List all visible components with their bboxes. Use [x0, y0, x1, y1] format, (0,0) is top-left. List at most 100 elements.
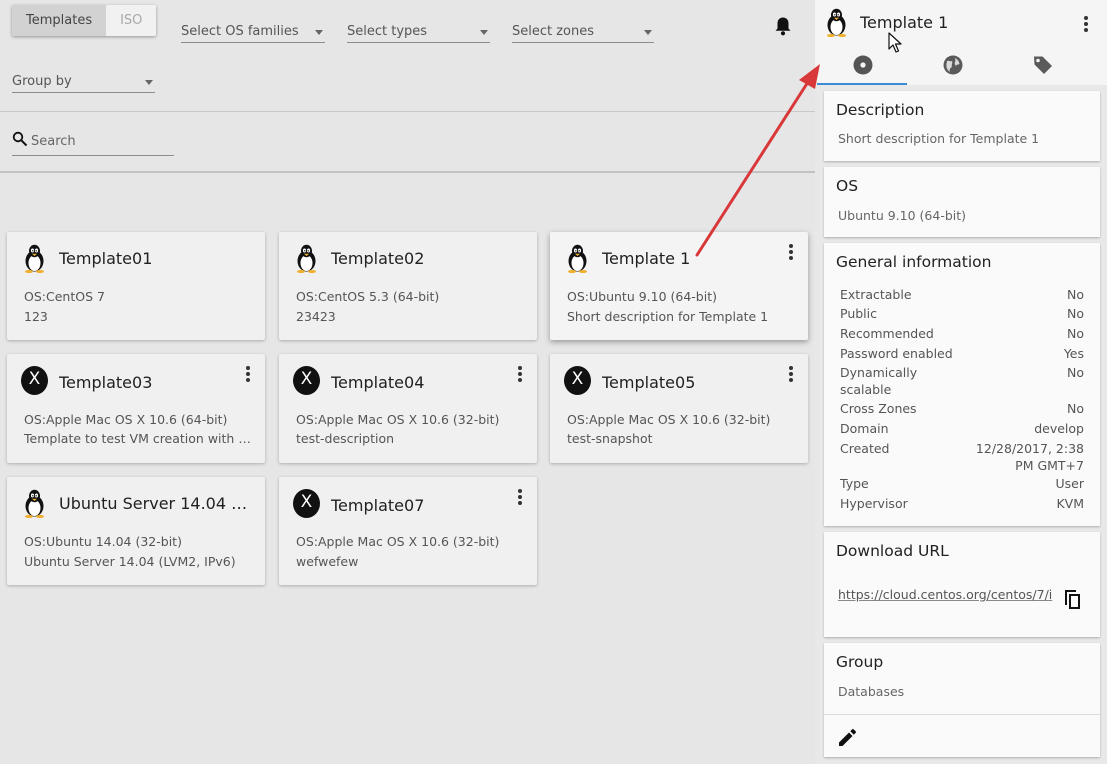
sidebar-title: Template 1: [860, 13, 949, 32]
search-input[interactable]: [31, 134, 171, 149]
info-value: KVM: [1056, 496, 1084, 511]
card-os: OS:CentOS 7: [24, 289, 105, 304]
template-details-sidebar: Template 1 Description Short description…: [815, 0, 1107, 764]
card-description: Ubuntu Server 14.04 (LVM2, IPv6): [24, 554, 236, 569]
general-information-panel: General information Extractable No Publi…: [824, 243, 1100, 526]
info-key: Hypervisor: [840, 496, 908, 511]
tab-network[interactable]: [907, 50, 997, 85]
info-key: Dynamically scalable: [840, 365, 918, 397]
main-content: Templates ISO Select OS families Select …: [0, 0, 815, 764]
types-select-label: Select types: [347, 24, 428, 39]
os-title: OS: [836, 177, 859, 195]
info-key: Cross Zones: [840, 401, 917, 416]
download-url-panel: Download URL https://cloud.centos.org/ce…: [824, 532, 1100, 637]
template-card[interactable]: Template02 OS:CentOS 5.3 (64-bit) 23423: [279, 232, 537, 340]
os-text: Ubuntu 9.10 (64-bit): [838, 208, 967, 223]
linux-penguin-icon: [564, 244, 591, 273]
mac-os-x-icon: X: [293, 366, 320, 395]
template-card[interactable]: Template01 OS:CentOS 7 123: [7, 232, 265, 340]
linux-penguin-icon: [293, 244, 320, 273]
mac-os-x-icon: X: [564, 366, 591, 395]
download-url-link[interactable]: https://cloud.centos.org/centos/7/i: [838, 587, 1058, 602]
download-url-title: Download URL: [836, 542, 949, 560]
group-text: Databases: [838, 684, 905, 699]
info-key: Public: [840, 306, 877, 321]
card-os: OS:Ubuntu 14.04 (32-bit): [24, 534, 182, 549]
template-card[interactable]: X Template04 OS:Apple Mac OS X 10.6 (32-…: [279, 354, 537, 463]
tab-tags[interactable]: [997, 50, 1087, 85]
linux-penguin-icon: [21, 244, 48, 273]
card-title: Template07: [331, 496, 425, 515]
mac-os-x-icon: X: [293, 489, 320, 518]
group-title: Group: [836, 653, 884, 671]
tab-details[interactable]: [817, 50, 907, 85]
card-os: OS:CentOS 5.3 (64-bit): [296, 289, 440, 304]
zones-select[interactable]: Select zones: [512, 21, 654, 43]
more-vert-icon[interactable]: [784, 365, 798, 383]
info-value: No: [1067, 365, 1084, 380]
edit-pencil-icon[interactable]: [838, 729, 856, 747]
card-title: Template05: [602, 373, 696, 392]
tag-icon: [1034, 56, 1052, 74]
group-edit-row: [824, 715, 1100, 757]
info-key: Password enabled: [840, 346, 953, 361]
chevron-down-icon: [145, 80, 153, 85]
info-value: No: [1067, 287, 1084, 302]
info-value: develop: [1034, 421, 1084, 436]
more-vert-icon[interactable]: [241, 365, 255, 383]
description-title: Description: [836, 101, 925, 119]
more-vert-icon[interactable]: [513, 488, 527, 506]
search-divider: [0, 171, 815, 173]
notifications-bell-icon[interactable]: [774, 16, 792, 36]
chevron-down-icon: [315, 30, 323, 35]
general-information-title: General information: [836, 253, 992, 271]
linux-penguin-icon: [21, 489, 48, 518]
toolbar-divider: [0, 111, 815, 112]
card-description: 123: [24, 309, 48, 324]
info-key: Type: [840, 476, 869, 491]
more-vert-icon[interactable]: [1079, 15, 1093, 33]
tab-templates[interactable]: Templates: [12, 5, 107, 36]
card-title: Template04: [331, 373, 425, 392]
card-title: Template 1: [602, 249, 691, 268]
chevron-down-icon: [644, 30, 652, 35]
templates-iso-toggle: Templates ISO: [12, 5, 157, 36]
os-families-select[interactable]: Select OS families: [181, 21, 325, 43]
card-os: OS:Apple Mac OS X 10.6 (32-bit): [567, 412, 771, 427]
info-value: No: [1067, 306, 1084, 321]
sidebar-header: Template 1: [815, 0, 1107, 85]
linux-penguin-icon: [823, 8, 850, 37]
card-description: test-snapshot: [567, 431, 653, 446]
description-panel: Description Short description for Templa…: [824, 91, 1100, 161]
info-value: User: [1055, 476, 1085, 491]
template-card-selected[interactable]: Template 1 OS:Ubuntu 9.10 (64-bit) Short…: [550, 232, 808, 340]
card-description: wefwefew: [296, 554, 359, 569]
copy-icon[interactable]: [1062, 587, 1084, 611]
group-panel: Group Databases: [824, 643, 1100, 757]
more-vert-icon[interactable]: [513, 365, 527, 383]
mac-os-x-icon: X: [21, 366, 48, 395]
card-title: Ubuntu Server 14.04 (…: [59, 494, 251, 513]
template-card[interactable]: X Template05 OS:Apple Mac OS X 10.6 (32-…: [550, 354, 808, 463]
template-card[interactable]: Ubuntu Server 14.04 (… OS:Ubuntu 14.04 (…: [7, 477, 265, 585]
chevron-down-icon: [480, 30, 488, 35]
tab-iso[interactable]: ISO: [106, 5, 157, 36]
info-key: Created: [840, 441, 890, 456]
info-value: Yes: [1063, 346, 1084, 361]
card-os: OS:Apple Mac OS X 10.6 (64-bit): [24, 412, 228, 427]
info-key: Domain: [840, 421, 889, 436]
card-description: 23423: [296, 309, 336, 324]
group-by-select-label: Group by: [12, 74, 72, 89]
globe-icon: [943, 55, 963, 75]
search-box[interactable]: [12, 130, 174, 156]
template-card[interactable]: X Template07 OS:Apple Mac OS X 10.6 (32-…: [279, 477, 537, 585]
card-description: Short description for Template 1: [567, 309, 769, 324]
card-title: Template02: [331, 249, 425, 268]
more-vert-icon[interactable]: [784, 243, 798, 261]
info-value: No: [1067, 401, 1084, 416]
card-title: Template01: [59, 249, 153, 268]
group-by-select[interactable]: Group by: [12, 71, 155, 93]
template-card[interactable]: X Template03 OS:Apple Mac OS X 10.6 (64-…: [7, 354, 265, 463]
description-text: Short description for Template 1: [838, 131, 1040, 146]
types-select[interactable]: Select types: [347, 21, 490, 43]
